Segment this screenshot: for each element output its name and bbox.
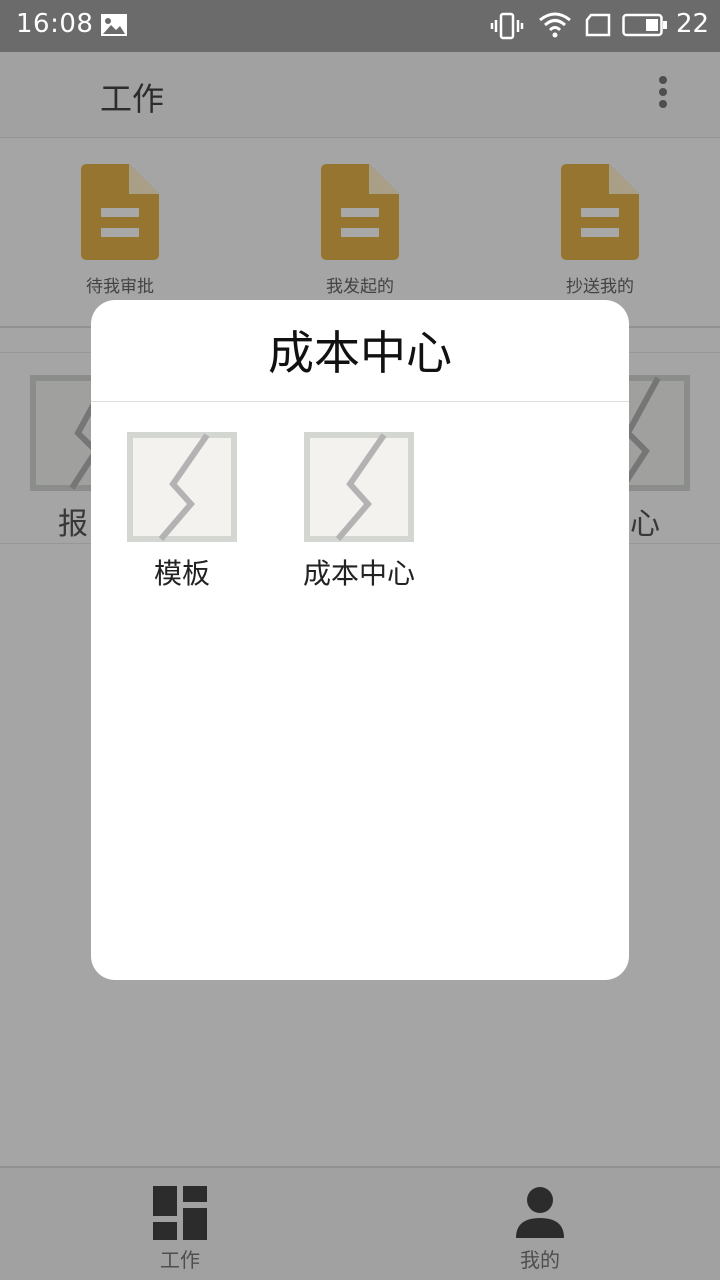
cost-center-dialog: 成本中心 模板 成本中心 [91, 300, 629, 980]
vibrate-icon [490, 12, 524, 44]
battery-level: 22 [676, 9, 710, 39]
broken-image-icon [304, 432, 414, 542]
sim-card-icon [584, 12, 612, 42]
cost-center-item[interactable]: 成本中心 [284, 432, 434, 592]
status-time: 16:08 [16, 9, 94, 39]
broken-image-icon [127, 432, 237, 542]
template-item[interactable]: 模板 [107, 432, 257, 592]
dialog-title: 成本中心 [91, 300, 629, 402]
item-label: 模板 [153, 557, 210, 590]
status-bar: 16:08 22 [0, 0, 720, 52]
battery-icon [622, 13, 668, 41]
wifi-icon [538, 10, 572, 44]
item-label: 成本中心 [302, 557, 415, 590]
gallery-icon [100, 13, 128, 41]
